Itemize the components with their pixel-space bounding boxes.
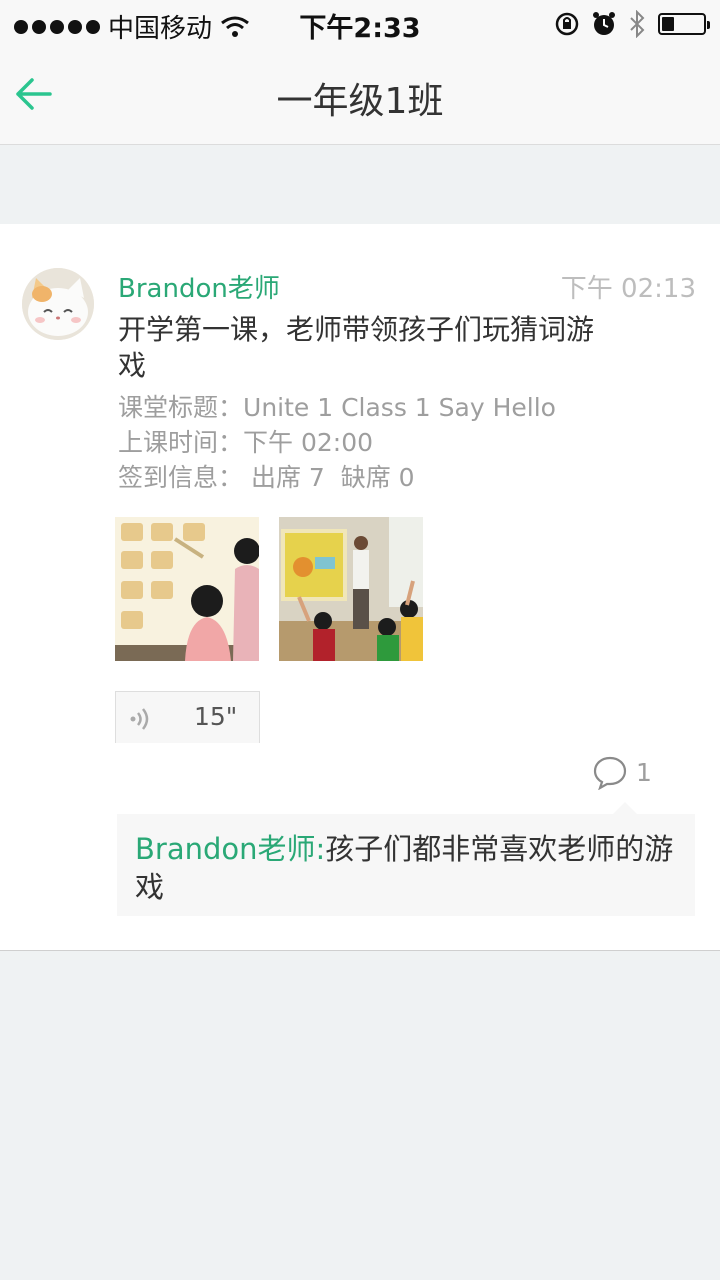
class-title-value: Unite 1 Class 1 Say Hello xyxy=(243,393,556,422)
comment-button[interactable]: 1 xyxy=(592,754,662,794)
signin-row: 签到信息： 出席 7 缺席 0 xyxy=(118,458,415,494)
rotation-lock-icon xyxy=(555,12,579,36)
cat-avatar-icon xyxy=(22,268,94,340)
status-bar: 中国移动 下午2:33 xyxy=(0,0,720,48)
status-right xyxy=(554,10,710,38)
comment-bubble-icon xyxy=(593,756,627,790)
signin-label: 签到信息： xyxy=(118,463,244,492)
class-time-value: 下午 02:00 xyxy=(243,428,374,457)
class-title-row: 课堂标题：Unite 1 Class 1 Say Hello xyxy=(118,388,556,424)
class-time-row: 上课时间：下午 02:00 xyxy=(118,423,373,459)
class-time-label: 上课时间： xyxy=(118,428,244,457)
voice-duration: 15" xyxy=(194,702,238,731)
comment-author[interactable]: Brandon老师: xyxy=(135,832,325,866)
classroom-photo-2 xyxy=(279,517,423,661)
post-card: Brandon老师 下午 02:13 开学第一课，老师带领孩子们玩猜词游戏 课堂… xyxy=(0,224,720,951)
post-author[interactable]: Brandon老师 xyxy=(118,268,280,305)
speaker-icon xyxy=(130,708,149,730)
alarm-icon xyxy=(593,12,615,35)
post-text: 开学第一课，老师带领孩子们玩猜词游戏 xyxy=(118,313,595,382)
post-photo[interactable] xyxy=(279,517,423,661)
bluetooth-icon xyxy=(630,10,645,38)
nav-bar: 一年级1班 xyxy=(0,48,720,145)
voice-message[interactable]: 15" xyxy=(115,691,260,743)
battery-level xyxy=(662,17,674,31)
comment-list: Brandon老师:孩子们都非常喜欢老师的游戏 xyxy=(117,802,695,916)
page-title: 一年级1班 xyxy=(276,81,444,122)
avatar[interactable] xyxy=(22,268,94,340)
battery-icon xyxy=(658,13,710,35)
class-title-label: 课堂标题： xyxy=(118,393,244,422)
post-photo[interactable] xyxy=(115,517,259,661)
classroom-photo-1 xyxy=(115,517,259,661)
comment-item: Brandon老师:孩子们都非常喜欢老师的游戏 xyxy=(135,830,675,906)
post-time: 下午 02:13 xyxy=(560,274,696,304)
signin-value: 出席 7 缺席 0 xyxy=(243,463,415,492)
comment-count: 1 xyxy=(636,758,652,787)
